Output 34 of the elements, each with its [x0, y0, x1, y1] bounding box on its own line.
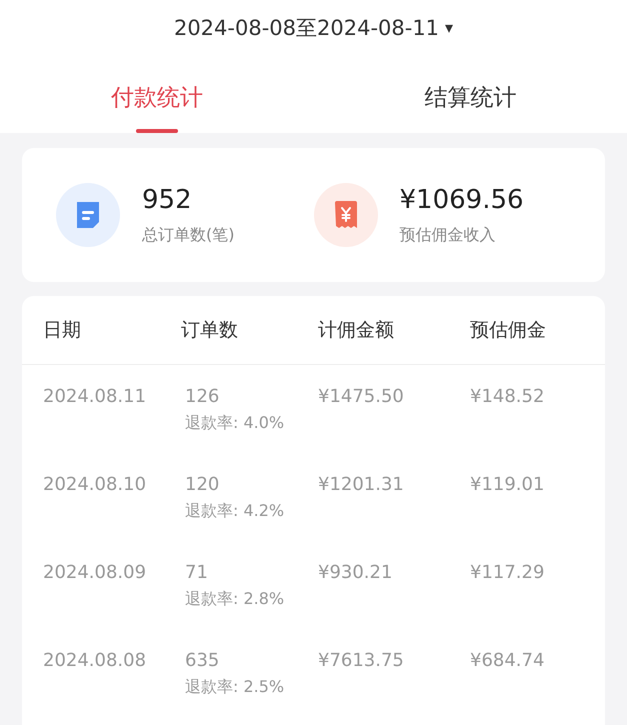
order-count: 126: [185, 386, 220, 407]
amount-cell-text: ¥930.21: [318, 562, 394, 583]
column-header: 计佣金额: [318, 318, 395, 343]
column-header: 订单数: [181, 318, 239, 343]
refund-rate: 退款率: 2.5%: [185, 677, 286, 698]
dropdown-caret[interactable]: ▾: [445, 18, 454, 38]
commission-cell-text: ¥684.74: [470, 650, 546, 671]
order-count: 120: [185, 474, 220, 495]
summary-label: 预估佣金收入: [400, 224, 496, 246]
commission-cell-text: ¥119.01: [470, 474, 546, 495]
column-header: 预估佣金: [470, 318, 547, 343]
refund-rate: 退款率: 2.8%: [185, 589, 286, 610]
date-cell-text: 2024.08.11: [43, 386, 148, 407]
date-cell-text: 2024.08.08: [43, 650, 148, 671]
commission-cell-text: ¥117.29: [470, 562, 546, 583]
order-count: 635: [185, 650, 220, 671]
commission-cell-text: ¥148.52: [470, 386, 546, 407]
order-count: 71: [185, 562, 209, 583]
tab[interactable]: 结算统计: [424, 76, 516, 133]
receipt-icon: [332, 200, 358, 230]
refund-rate: 退款率: 4.0%: [185, 413, 286, 434]
summary-value: ¥1069.56: [400, 184, 524, 214]
summary-label: 总订单数(笔): [142, 224, 234, 246]
column-header: 日期: [43, 318, 82, 343]
amount-cell-text: ¥1201.31: [318, 474, 405, 495]
amount-cell-text: ¥1475.50: [318, 386, 405, 407]
summary-value: 952: [142, 184, 193, 214]
date-cell-text: 2024.08.10: [43, 474, 148, 495]
amount-cell-text: ¥7613.75: [318, 650, 405, 671]
tab[interactable]: 付款统计: [110, 76, 203, 133]
refund-rate: 退款率: 4.2%: [185, 501, 286, 522]
document-icon: [74, 200, 102, 230]
date-cell-text: 2024.08.09: [43, 562, 148, 583]
date-range-label[interactable]: 2024-08-08至2024-08-11: [174, 14, 440, 42]
